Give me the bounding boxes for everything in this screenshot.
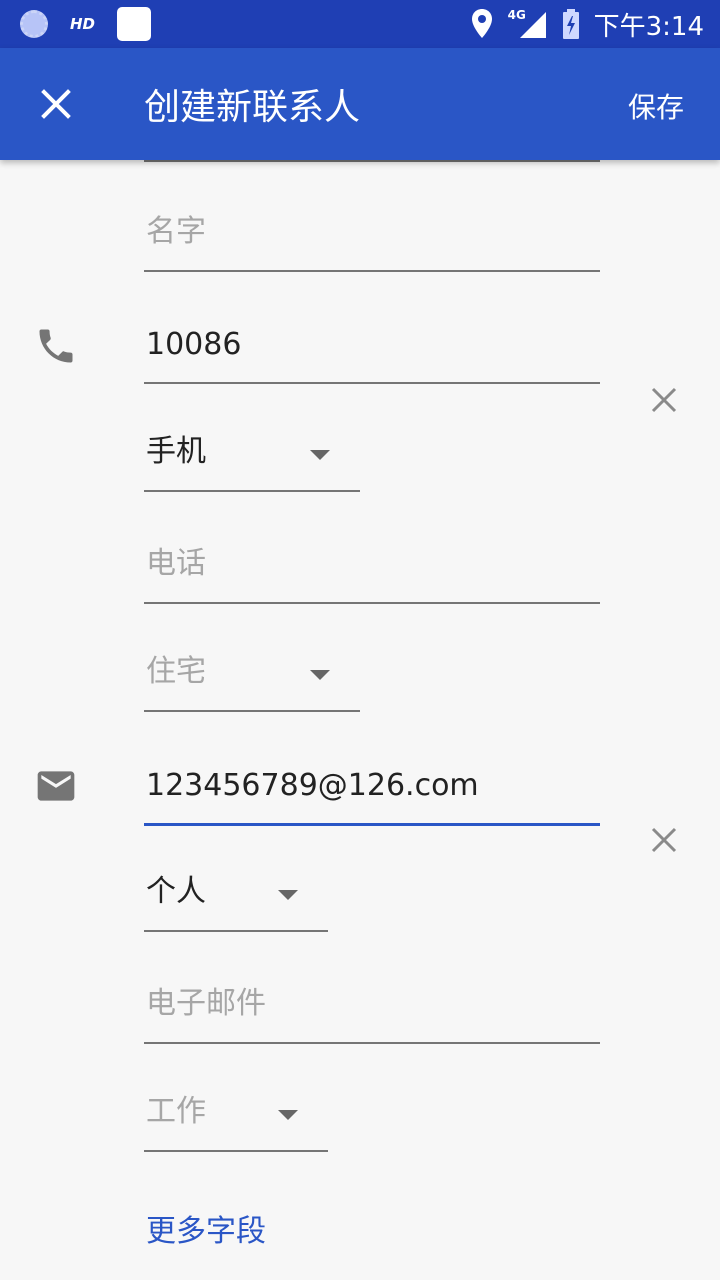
signal-icon: 4G	[508, 8, 548, 40]
phone-value: 10086	[146, 327, 242, 362]
clock: 下午3:14	[593, 11, 704, 42]
page-title: 创建新联系人	[144, 87, 361, 128]
phone-type-value: 手机	[146, 434, 206, 469]
email-type-value: 个人	[146, 874, 206, 909]
hd-indicator: HD	[70, 15, 96, 33]
dropdown-arrow-icon	[310, 670, 330, 680]
name-field[interactable]: 名字	[144, 192, 600, 272]
location-icon	[471, 9, 492, 38]
new-phone-placeholder: 电话	[146, 546, 206, 581]
email-field[interactable]: 123456789@126.com	[144, 746, 600, 826]
email-icon	[37, 771, 75, 801]
dropdown-arrow-icon	[278, 890, 298, 900]
new-email-type-select[interactable]: 工作	[144, 1072, 328, 1152]
dropdown-arrow-icon	[278, 1110, 298, 1120]
save-button[interactable]: 保存	[628, 86, 684, 126]
more-fields-button[interactable]: 更多字段	[146, 1206, 266, 1250]
email-value: 123456789@126.com	[146, 768, 479, 803]
dropdown-arrow-icon	[310, 450, 330, 460]
new-email-type-value: 工作	[146, 1094, 206, 1129]
phone-field[interactable]: 10086	[144, 304, 600, 384]
phone-type-select[interactable]: 手机	[144, 412, 360, 492]
new-email-placeholder: 电子邮件	[146, 986, 266, 1021]
remove-email-icon[interactable]	[646, 822, 682, 858]
new-phone-field[interactable]: 电话	[144, 524, 600, 604]
notification-icon	[117, 7, 152, 41]
name-placeholder: 名字	[146, 214, 206, 249]
status-bar: HD 4G 下午3:14	[0, 0, 720, 48]
close-button[interactable]	[28, 76, 84, 132]
battery-icon	[562, 9, 579, 39]
app-bar: 创建新联系人 保存	[0, 48, 720, 160]
phone-icon	[39, 329, 73, 363]
new-phone-type-select[interactable]: 住宅	[144, 632, 360, 712]
new-phone-type-value: 住宅	[146, 654, 206, 689]
new-email-field[interactable]: 电子邮件	[144, 964, 600, 1044]
remove-phone-icon[interactable]	[646, 382, 682, 418]
sync-icon	[20, 10, 48, 38]
email-type-select[interactable]: 个人	[144, 852, 328, 932]
close-icon	[41, 89, 71, 119]
